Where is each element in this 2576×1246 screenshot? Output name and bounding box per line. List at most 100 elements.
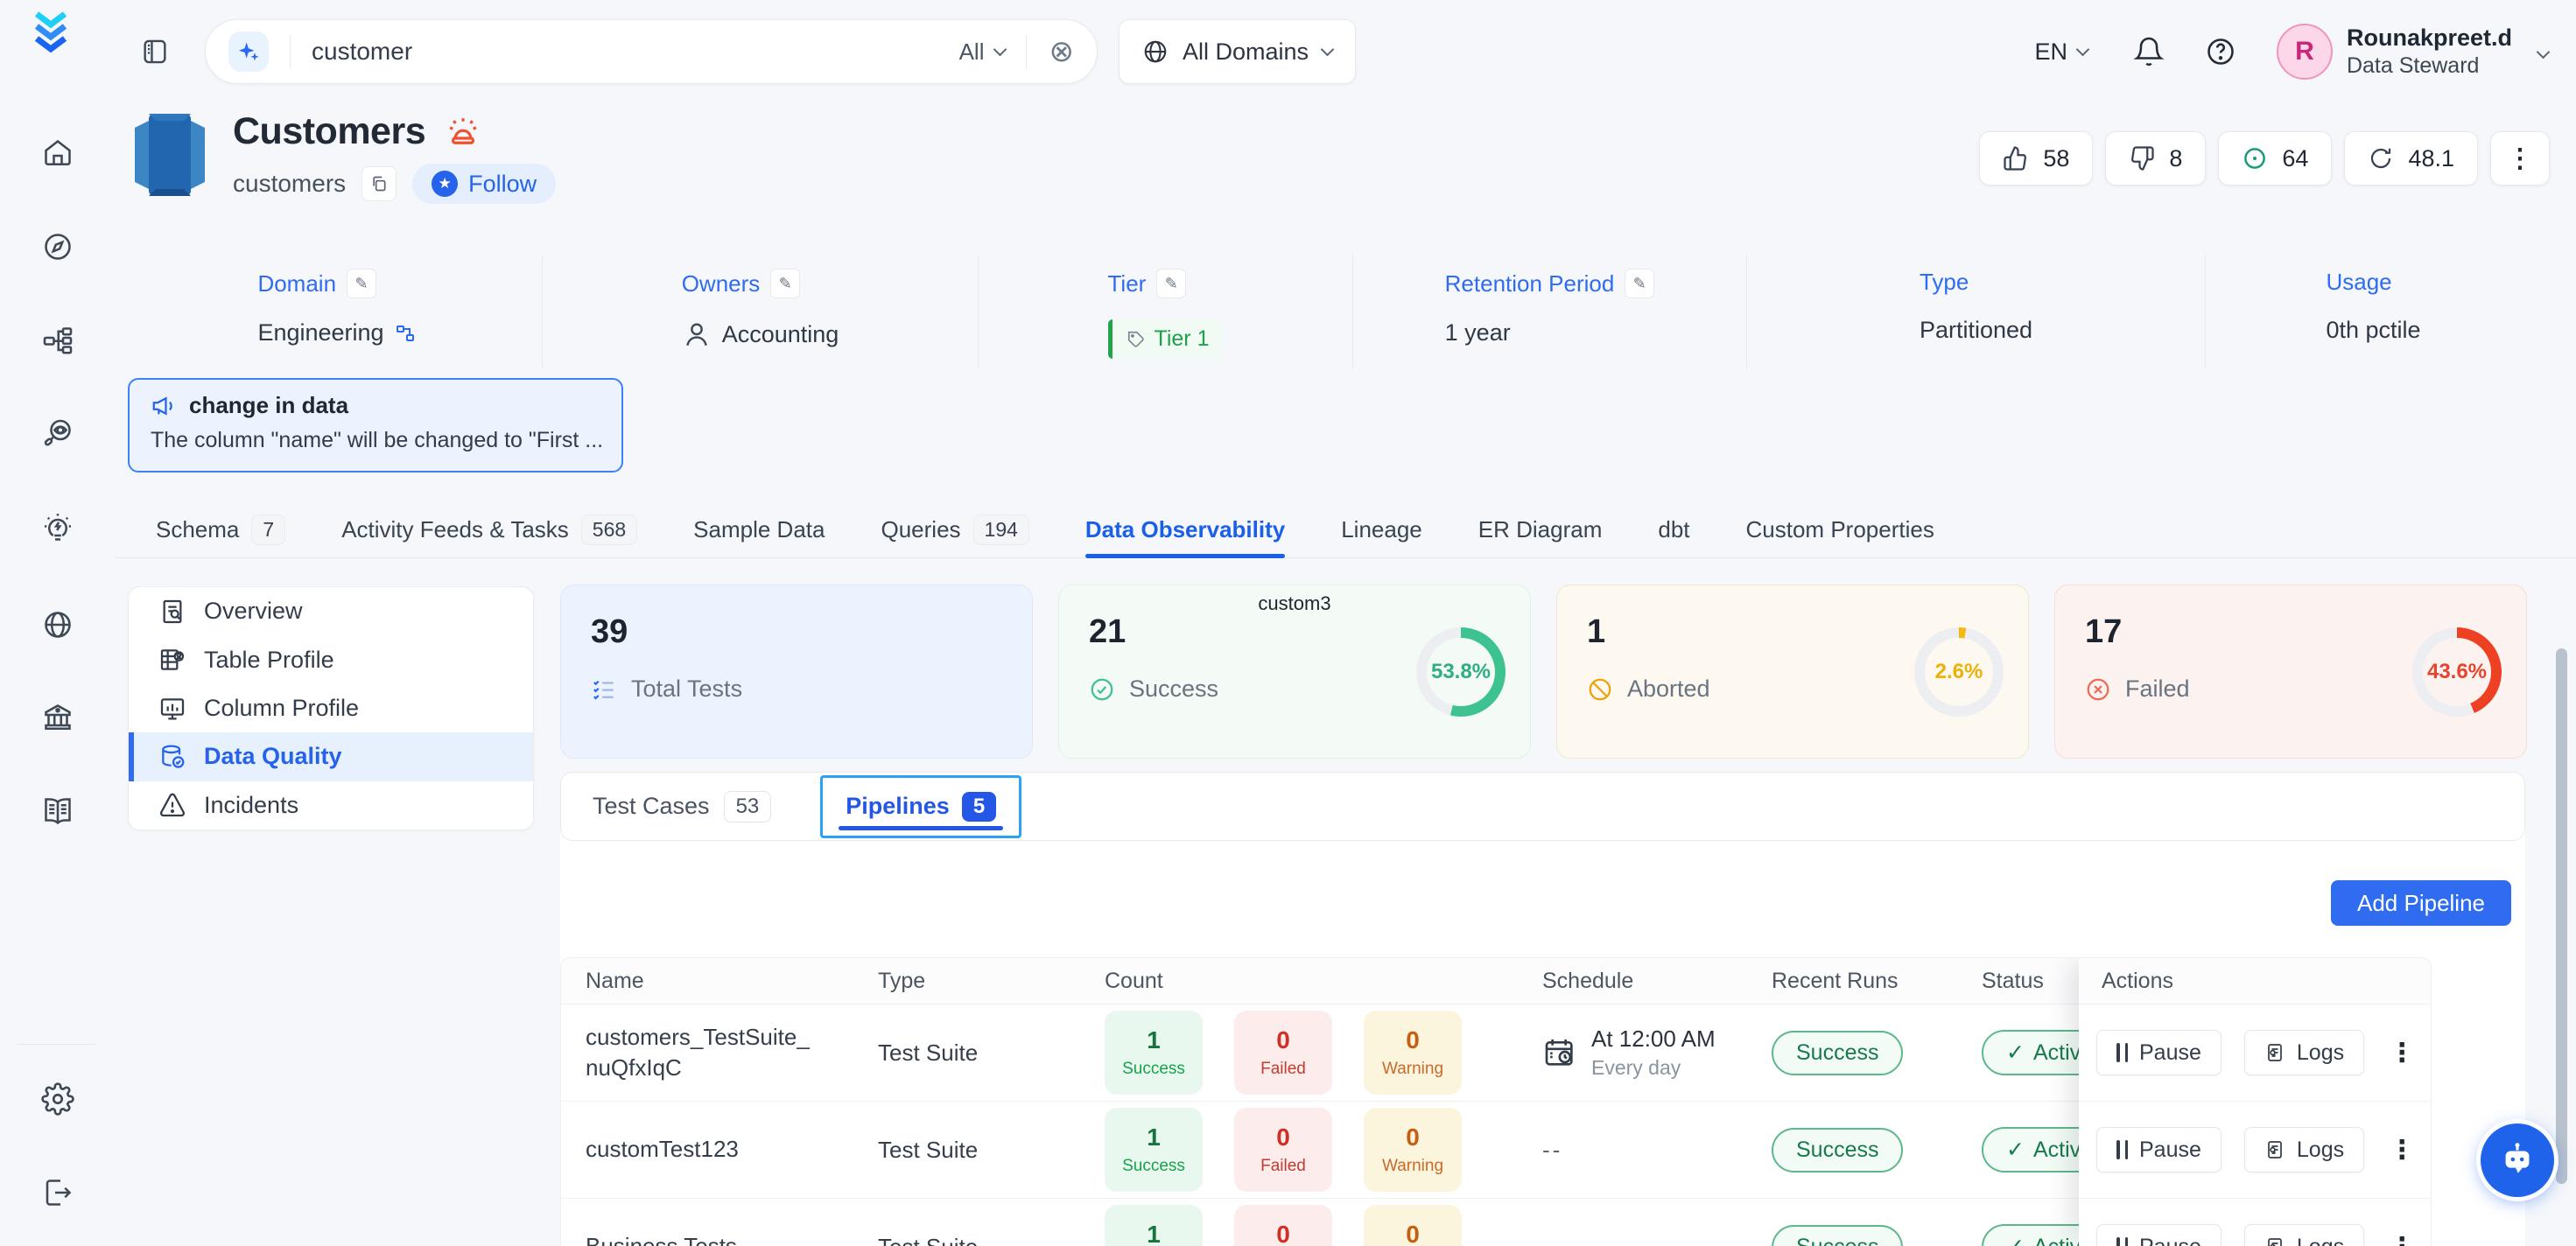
nav-govern-icon[interactable] bbox=[41, 701, 74, 734]
sidemenu-item-column-profile[interactable]: Column Profile bbox=[129, 684, 533, 732]
pipeline-schedule: -- bbox=[1518, 1137, 1747, 1164]
tab-sample-data[interactable]: Sample Data bbox=[693, 502, 825, 557]
edit-tier-icon[interactable]: ✎ bbox=[1156, 269, 1186, 298]
profile-score-button[interactable]: 48.1 bbox=[2344, 131, 2478, 186]
calendar-clock-icon bbox=[1542, 1035, 1577, 1070]
pipeline-counts: 1Success 0Failed 0Warning bbox=[1080, 1108, 1518, 1192]
edit-retention-icon[interactable]: ✎ bbox=[1625, 269, 1654, 298]
pause-button[interactable]: Pause bbox=[2096, 1224, 2222, 1246]
nav-domains-icon[interactable] bbox=[41, 608, 74, 641]
refresh-icon bbox=[2368, 145, 2394, 172]
user-menu-chevron-icon[interactable] bbox=[2537, 45, 2551, 59]
nav-home-icon[interactable] bbox=[41, 136, 74, 170]
sidebar-toggle-icon[interactable] bbox=[137, 33, 173, 70]
pause-icon bbox=[2116, 1237, 2128, 1246]
edit-domain-icon[interactable]: ✎ bbox=[347, 269, 376, 298]
page-title: Customers bbox=[233, 110, 425, 153]
announcement-card[interactable]: change in data The column "name" will be… bbox=[128, 378, 623, 472]
meta-usage-label: Usage bbox=[2326, 269, 2391, 296]
edit-owners-icon[interactable]: ✎ bbox=[770, 269, 800, 298]
entity-more-menu-button[interactable]: ⋮ bbox=[2490, 131, 2550, 186]
announcement-alert-icon[interactable] bbox=[445, 114, 481, 150]
sidemenu-item-table-profile[interactable]: Table Profile bbox=[129, 635, 533, 683]
pause-button[interactable]: Pause bbox=[2096, 1127, 2222, 1172]
upvote-button[interactable]: 58 bbox=[1979, 131, 2093, 186]
pipeline-name-link[interactable]: customers_TestSuite_nuQfxIqC bbox=[561, 1022, 853, 1083]
logs-button[interactable]: Logs bbox=[2244, 1224, 2364, 1246]
check-icon: ✓ bbox=[2006, 1040, 2025, 1066]
global-search-bar[interactable]: All ⊗ bbox=[205, 19, 1098, 84]
search-clear-icon[interactable]: ⊗ bbox=[1049, 37, 1075, 66]
logout-icon[interactable] bbox=[41, 1176, 74, 1209]
target-icon bbox=[2242, 145, 2268, 172]
success-percentage: 53.8% bbox=[1427, 638, 1495, 706]
redshift-service-icon bbox=[131, 110, 208, 200]
tab-queries[interactable]: Queries194 bbox=[881, 502, 1028, 557]
meta-owners-value[interactable]: Accounting bbox=[682, 319, 839, 349]
ai-sparkle-icon bbox=[228, 32, 269, 72]
search-scope-dropdown[interactable]: All bbox=[959, 38, 1005, 66]
tab-dbt[interactable]: dbt bbox=[1658, 502, 1689, 557]
nav-observability-icon[interactable] bbox=[41, 417, 74, 451]
notifications-bell-icon[interactable] bbox=[2133, 36, 2165, 67]
total-tests-value: 39 bbox=[591, 613, 1002, 651]
pipeline-name-link[interactable]: Business Tests bbox=[561, 1231, 853, 1246]
tab-custom-properties[interactable]: Custom Properties bbox=[1746, 502, 1934, 557]
status-badge: Success bbox=[1772, 1031, 1903, 1075]
row-more-menu-icon[interactable]: ⋮ bbox=[2389, 1038, 2415, 1068]
logs-icon bbox=[2264, 1236, 2285, 1246]
tab-data-observability[interactable]: Data Observability bbox=[1085, 502, 1285, 557]
nav-lineage-icon[interactable] bbox=[41, 324, 74, 357]
help-icon[interactable] bbox=[2205, 36, 2236, 67]
settings-icon[interactable] bbox=[41, 1082, 74, 1116]
pipeline-name-link[interactable]: customTest123 bbox=[561, 1134, 853, 1165]
pipelines-count-badge: 5 bbox=[962, 792, 996, 822]
logs-icon bbox=[2264, 1042, 2285, 1063]
chat-assistant-button[interactable] bbox=[2481, 1124, 2554, 1197]
app-logo-icon[interactable] bbox=[30, 10, 72, 52]
nav-insights-icon[interactable] bbox=[41, 511, 74, 544]
nav-glossary-icon[interactable] bbox=[41, 794, 74, 828]
user-info[interactable]: Rounakpreet.d Data Steward bbox=[2347, 24, 2512, 80]
copy-name-button[interactable] bbox=[361, 166, 397, 201]
sidemenu-item-incidents[interactable]: Incidents bbox=[129, 781, 533, 830]
downvote-button[interactable]: 8 bbox=[2105, 131, 2206, 186]
domain-link-icon bbox=[395, 323, 416, 344]
tier-badge[interactable]: Tier 1 bbox=[1108, 319, 1224, 359]
success-card-tooltip: custom3 bbox=[1059, 592, 1530, 615]
nav-explore-icon[interactable] bbox=[41, 230, 74, 263]
subtab-pipelines[interactable]: Pipelines 5 bbox=[820, 775, 1021, 838]
pipeline-type: Test Suite bbox=[853, 1137, 1080, 1164]
row-actions: Pause Logs ⋮ bbox=[2079, 1102, 2431, 1199]
language-dropdown[interactable]: EN bbox=[2034, 38, 2088, 66]
pause-icon bbox=[2116, 1043, 2128, 1062]
user-avatar[interactable]: R bbox=[2277, 24, 2333, 80]
chevron-down-icon bbox=[1321, 42, 1335, 56]
entity-header: Customers customers ★ Follow 58 bbox=[131, 110, 2550, 204]
announcement-title: change in data bbox=[189, 392, 348, 419]
tab-lineage[interactable]: Lineage bbox=[1341, 502, 1422, 557]
add-pipeline-button[interactable]: Add Pipeline bbox=[2331, 880, 2511, 926]
search-divider bbox=[290, 35, 291, 68]
tab-schema[interactable]: Schema7 bbox=[156, 502, 285, 557]
subtab-test-cases[interactable]: Test Cases 53 bbox=[593, 791, 771, 822]
sidemenu-item-overview[interactable]: Overview bbox=[129, 587, 533, 635]
all-domains-button[interactable]: All Domains bbox=[1119, 19, 1356, 84]
failed-tests-card: 17 Failed 43.6% bbox=[2054, 584, 2527, 759]
row-more-menu-icon[interactable]: ⋮ bbox=[2389, 1232, 2415, 1246]
logs-button[interactable]: Logs bbox=[2244, 1030, 2364, 1075]
tab-er-diagram[interactable]: ER Diagram bbox=[1478, 502, 1603, 557]
check-icon: ✓ bbox=[2006, 1137, 2025, 1163]
views-button[interactable]: 64 bbox=[2218, 131, 2332, 186]
vertical-scrollbar[interactable] bbox=[2556, 648, 2567, 1184]
pause-button[interactable]: Pause bbox=[2096, 1030, 2222, 1075]
row-more-menu-icon[interactable]: ⋮ bbox=[2389, 1135, 2415, 1166]
logs-icon bbox=[2264, 1139, 2285, 1160]
meta-domain-value[interactable]: Engineering bbox=[257, 319, 415, 346]
follow-button[interactable]: ★ Follow bbox=[412, 164, 556, 204]
search-input[interactable] bbox=[312, 38, 959, 66]
tab-activity-feeds[interactable]: Activity Feeds & Tasks568 bbox=[341, 502, 637, 557]
sidemenu-item-data-quality[interactable]: Data Quality bbox=[129, 732, 533, 780]
logs-button[interactable]: Logs bbox=[2244, 1127, 2364, 1172]
success-tests-card: custom3 21 Success 53.8% bbox=[1058, 584, 1531, 759]
